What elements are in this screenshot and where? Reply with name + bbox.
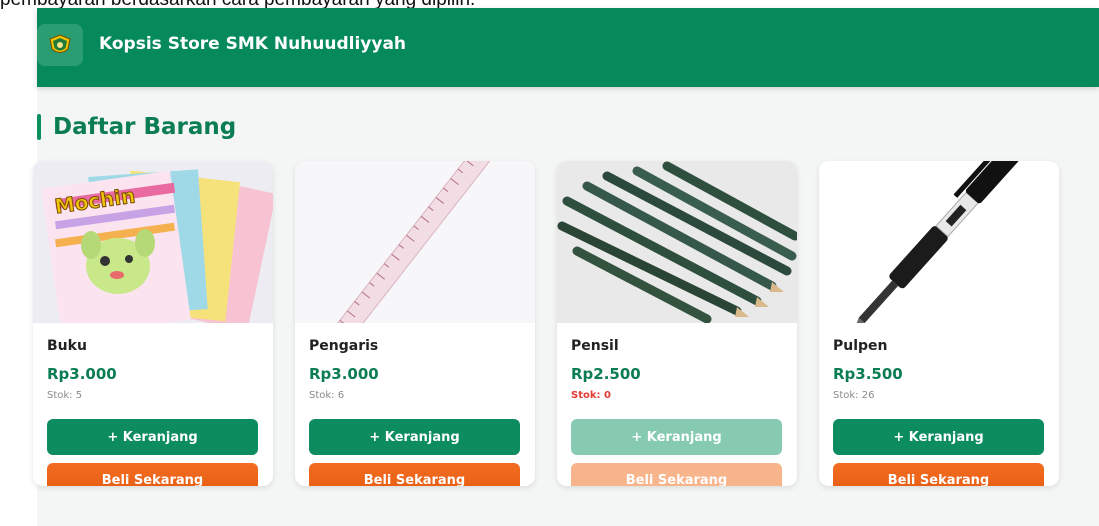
product-price: Rp3.000 bbox=[47, 365, 117, 383]
buy-now-button[interactable]: Beli Sekarang bbox=[571, 463, 782, 486]
product-name: Buku bbox=[47, 338, 87, 354]
top-navbar: Kopsis Store SMK Nuhuudliyyah bbox=[37, 8, 1099, 87]
page-title: Daftar Barang bbox=[53, 114, 237, 140]
add-to-cart-button[interactable]: + Keranjang bbox=[309, 419, 520, 455]
add-to-cart-button[interactable]: + Keranjang bbox=[47, 419, 258, 455]
product-card-buku: Mochin Buku Rp3.000 Stok: 5 + Keranjang … bbox=[33, 161, 273, 486]
product-price: Rp2.500 bbox=[571, 365, 641, 383]
buy-now-button[interactable]: Beli Sekarang bbox=[47, 463, 258, 486]
product-price: Rp3.500 bbox=[833, 365, 903, 383]
add-to-cart-button[interactable]: + Keranjang bbox=[833, 419, 1044, 455]
school-logo-icon[interactable] bbox=[37, 24, 83, 66]
product-image-pensil bbox=[557, 161, 797, 323]
product-price: Rp3.000 bbox=[309, 365, 379, 383]
product-card-pulpen: Pulpen Rp3.500 Stok: 26 + Keranjang Beli… bbox=[819, 161, 1059, 486]
buy-now-button[interactable]: Beli Sekarang bbox=[833, 463, 1044, 486]
product-image-pulpen bbox=[819, 161, 1059, 323]
add-to-cart-button[interactable]: + Keranjang bbox=[571, 419, 782, 455]
product-stock: Stok: 0 bbox=[571, 390, 611, 401]
product-image-pengaris bbox=[295, 161, 535, 323]
buy-now-button[interactable]: Beli Sekarang bbox=[309, 463, 520, 486]
heading-accent-bar bbox=[37, 114, 41, 140]
section-heading: Daftar Barang bbox=[37, 112, 236, 142]
product-stock: Stok: 26 bbox=[833, 390, 875, 401]
store-name[interactable]: Kopsis Store SMK Nuhuudliyyah bbox=[99, 34, 406, 54]
product-name: Pengaris bbox=[309, 338, 379, 354]
product-image-buku: Mochin bbox=[33, 161, 273, 323]
product-card-pengaris: Pengaris Rp3.000 Stok: 6 + Keranjang Bel… bbox=[295, 161, 535, 486]
app-window: Kopsis Store SMK Nuhuudliyyah Daftar Bar… bbox=[33, 8, 1099, 526]
product-stock: Stok: 5 bbox=[47, 390, 83, 401]
product-name: Pulpen bbox=[833, 338, 888, 354]
product-stock: Stok: 6 bbox=[309, 390, 345, 401]
product-name: Pensil bbox=[571, 338, 619, 354]
product-card-pensil: Pensil Rp2.500 Stok: 0 + Keranjang Beli … bbox=[557, 161, 797, 486]
